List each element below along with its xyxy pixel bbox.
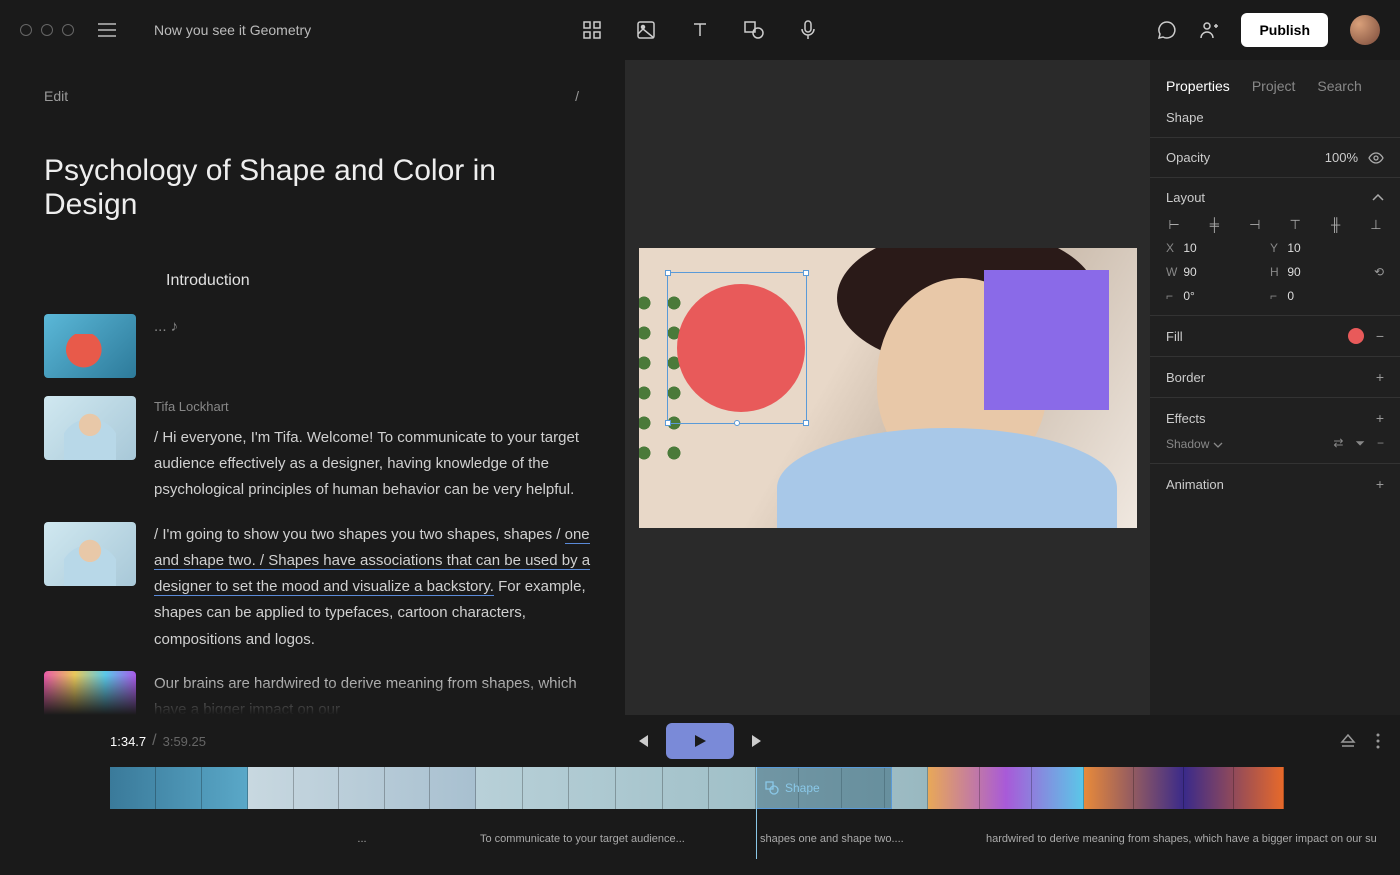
timeline-clip[interactable] [110,767,248,809]
align-top-icon[interactable]: ⊤ [1287,217,1303,233]
grid-icon[interactable] [582,20,602,40]
skip-forward-icon[interactable] [750,733,766,749]
visibility-icon[interactable] [1368,152,1384,164]
transport-bar: 1:34.7 / 3:59.25 [0,715,1400,767]
resize-handle-icon[interactable] [803,270,809,276]
resize-handle-icon[interactable] [665,270,671,276]
resize-handle-icon[interactable] [803,420,809,426]
more-options-icon[interactable] [1376,733,1380,749]
shape-timeline-clip[interactable]: Shape [756,767,892,809]
resize-handle-icon[interactable] [734,420,740,426]
project-title[interactable]: Now you see it Geometry [154,22,311,38]
section-heading[interactable]: Introduction [166,272,595,290]
add-effect-icon[interactable]: + [1376,410,1384,426]
shadow-effect-label[interactable]: Shadow [1166,437,1223,451]
rotation-input[interactable]: 0° [1183,289,1194,303]
canvas[interactable] [639,248,1137,528]
animation-label: Animation [1166,477,1224,492]
timeline-clip[interactable] [928,767,1084,809]
timeline[interactable]: Shape ... To communicate to your target … [0,767,1400,875]
script-panel: Edit / Psychology of Shape and Color in … [0,60,625,715]
clip-thumbnail[interactable] [44,314,136,378]
caption-track: ... To communicate to your target audien… [110,829,1380,849]
tab-project[interactable]: Project [1252,78,1296,94]
layout-label: Layout [1166,190,1205,205]
clip-thumbnail[interactable] [44,396,136,460]
play-button[interactable] [666,723,734,759]
tab-properties[interactable]: Properties [1166,78,1230,94]
transcript-line[interactable]: ... ♪ [154,314,595,378]
transcript-body: ... ♪ Tifa Lockhart / Hi everyone, I'm T… [44,314,595,715]
tab-search[interactable]: Search [1317,78,1361,94]
insert-toolbar [582,20,818,40]
timeline-clip[interactable] [248,767,476,809]
skip-back-icon[interactable] [634,733,650,749]
microphone-icon[interactable] [798,20,818,40]
transcript-line[interactable]: Tifa Lockhart / Hi everyone, I'm Tifa. W… [154,396,595,504]
x-input[interactable]: 10 [1183,241,1196,255]
alignment-controls: ⊢ ╪ ⊣ ⊤ ╫ ⊥ [1166,217,1384,233]
effect-visibility-icon[interactable]: ⏷ [1355,436,1365,451]
playhead[interactable] [756,767,757,859]
width-input[interactable]: 90 [1183,265,1196,279]
align-bottom-icon[interactable]: ⊥ [1368,217,1384,233]
user-avatar[interactable] [1350,15,1380,45]
main-area: Edit / Psychology of Shape and Color in … [0,60,1400,715]
video-track[interactable]: Shape [110,767,1380,829]
align-right-icon[interactable]: ⊣ [1247,217,1263,233]
shape-circle-selected[interactable] [677,284,805,412]
align-left-icon[interactable]: ⊢ [1166,217,1182,233]
image-icon[interactable] [636,20,656,40]
border-label: Border [1166,370,1205,385]
timeline-clip[interactable] [476,767,756,809]
fill-color-swatch[interactable] [1348,328,1364,344]
eject-icon[interactable] [1340,734,1356,748]
hamburger-menu-icon[interactable] [98,23,116,37]
shapes-icon[interactable] [744,20,764,40]
text-icon[interactable] [690,20,710,40]
align-vcenter-icon[interactable]: ╫ [1328,217,1344,233]
transform-inputs: X 10 Y 10 W 90 H 90 ⟲ ⌐ 0° ⌐ 0 [1166,241,1384,303]
clip-thumbnail[interactable] [44,522,136,586]
add-collaborator-icon[interactable] [1199,20,1219,40]
window-controls [20,24,74,36]
fill-label: Fill [1166,329,1183,344]
shape-square[interactable] [984,270,1109,410]
add-animation-icon[interactable]: + [1376,476,1384,492]
properties-tabs: Properties Project Search [1150,60,1400,106]
speaker-name: Tifa Lockhart [154,396,595,419]
edit-mode-label[interactable]: Edit [44,88,68,104]
video-preview [625,60,1150,715]
remove-effect-icon[interactable]: − [1377,436,1384,451]
remove-fill-icon[interactable]: − [1376,328,1384,344]
window-minimize-icon[interactable] [41,24,53,36]
opacity-value[interactable]: 100% [1325,150,1358,165]
y-input[interactable]: 10 [1287,241,1300,255]
height-input[interactable]: 90 [1287,265,1300,279]
topbar-actions: Publish [1157,13,1380,47]
publish-button[interactable]: Publish [1241,13,1328,47]
align-hcenter-icon[interactable]: ╪ [1206,217,1222,233]
resize-handle-icon[interactable] [665,420,671,426]
transcript-line[interactable]: / I'm going to show you two shapes you t… [154,522,595,653]
total-duration: 3:59.25 [163,734,206,749]
document-title[interactable]: Psychology of Shape and Color in Design [44,154,595,222]
slash-indicator: / [575,88,579,104]
window-close-icon[interactable] [20,24,32,36]
object-type-label: Shape [1166,110,1384,125]
link-dimensions-icon[interactable]: ⟲ [1374,265,1384,279]
window-zoom-icon[interactable] [62,24,74,36]
current-time: 1:34.7 [110,734,146,749]
timeline-clip[interactable] [1084,767,1284,809]
effects-label: Effects [1166,411,1206,426]
comment-icon[interactable] [1157,20,1177,40]
corner-radius-input[interactable]: 0 [1287,289,1294,303]
properties-panel: Properties Project Search Shape Opacity … [1150,60,1400,715]
chevron-up-icon[interactable] [1372,194,1384,202]
effect-settings-icon[interactable]: ⇄ [1333,436,1343,451]
timeline-area: 1:34.7 / 3:59.25 Shape [0,715,1400,875]
add-border-icon[interactable]: + [1376,369,1384,385]
opacity-label: Opacity [1166,150,1210,165]
top-bar: Now you see it Geometry Publish [0,0,1400,60]
